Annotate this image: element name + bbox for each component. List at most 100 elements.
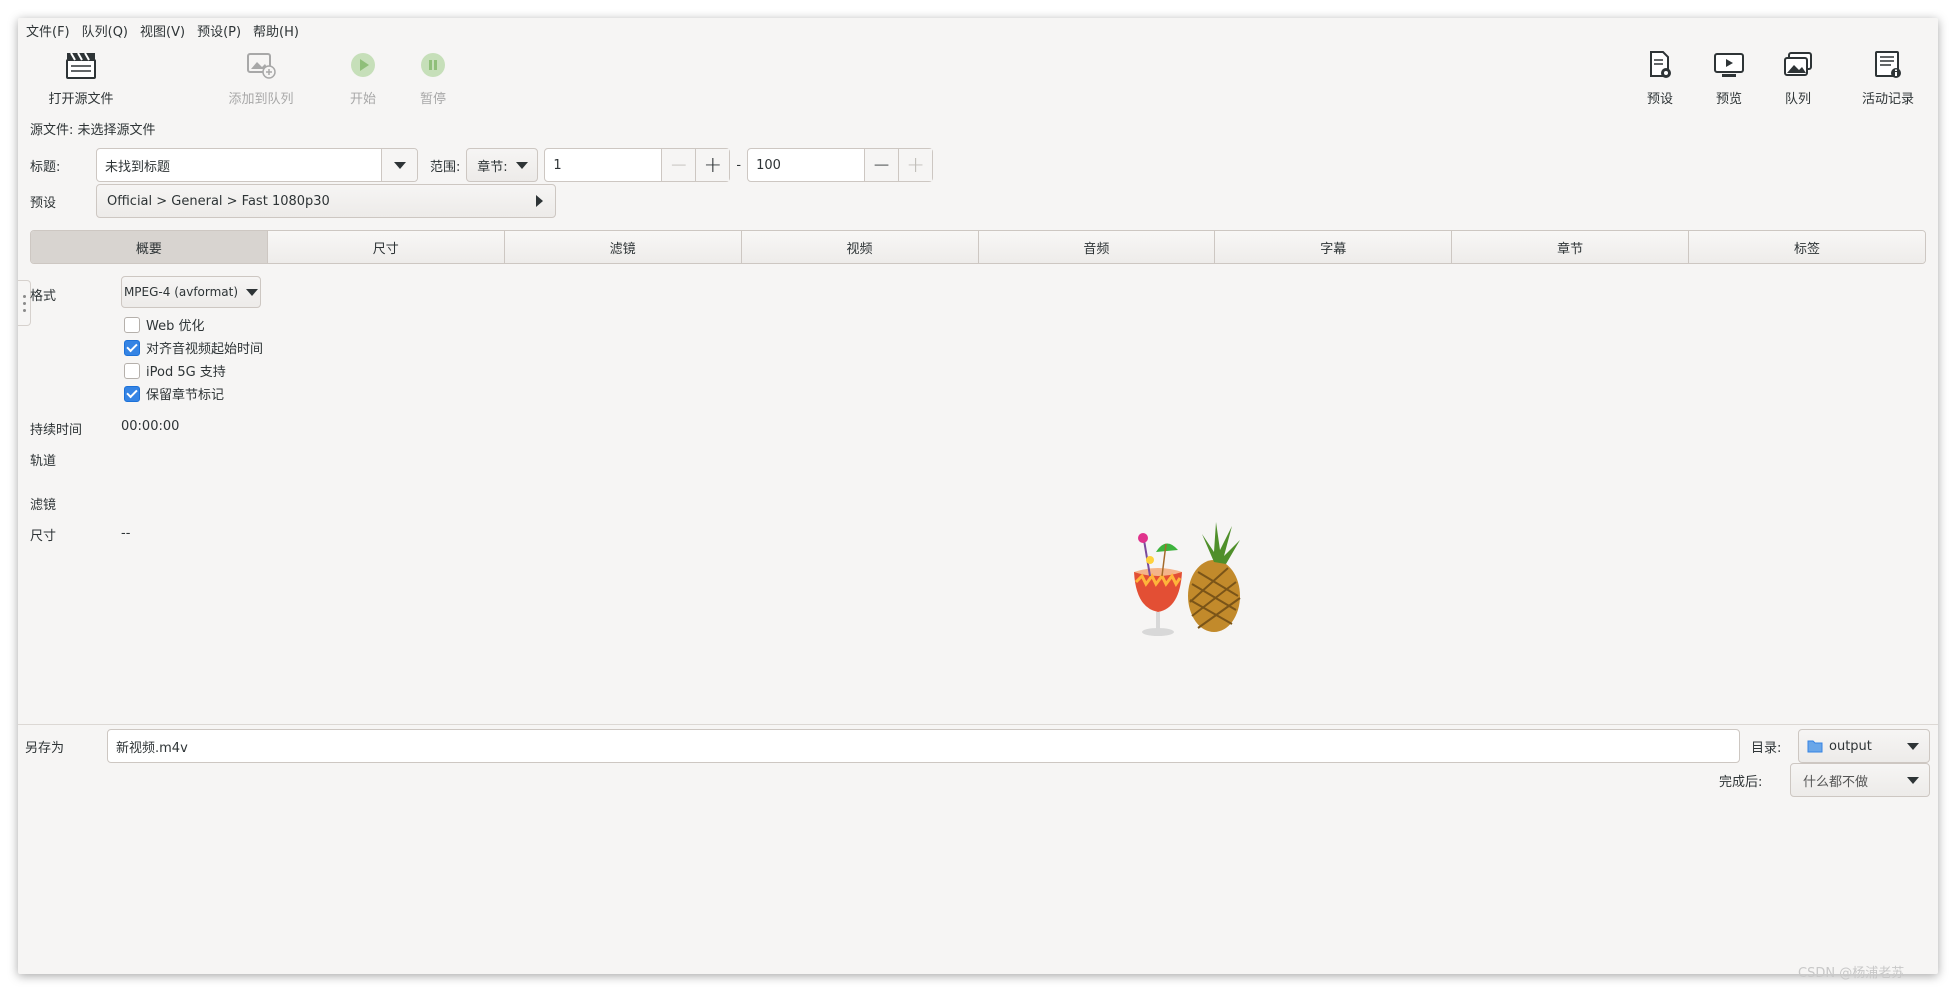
chevron-down-icon [1907,742,1919,750]
range-end-value[interactable]: 100 [748,158,864,173]
presets-label: 预设 [1646,92,1673,107]
tab-subtitles[interactable]: 字幕 [1215,231,1453,263]
play-icon [346,48,380,82]
option-label: 保留章节标记 [146,388,225,403]
activity-log-icon [1871,48,1905,82]
when-done-label: 完成后: [1719,775,1763,790]
increment-icon[interactable]: + [898,149,933,181]
title-combo[interactable]: 未找到标题 [96,148,418,182]
format-label: 格式 [30,289,57,304]
web-optimized-option[interactable]: Web 优化 [124,315,204,334]
source-value: 未选择源文件 [77,123,156,138]
duration-label: 持续时间 [30,423,83,438]
source-label: 源文件: [30,123,74,138]
increment-icon[interactable]: + [695,149,730,181]
tab-video[interactable]: 视频 [741,231,979,263]
tab-filters[interactable]: 滤镜 [504,231,742,263]
title-value: 未找到标题 [105,159,171,175]
menu-queue[interactable]: 队列(Q) [80,21,138,40]
tab-summary[interactable]: 概要 [31,231,268,263]
image-stack-icon [1781,48,1815,82]
option-label: Web 优化 [146,319,205,334]
option-label: 对齐音视频起始时间 [146,342,264,357]
app-window: 文件(F) 队列(Q) 视图(V) 预设(P) 帮助(H) 打开源文件 添加到队… [18,18,1938,974]
size-label: 尺寸 [30,529,57,544]
folder-label: 目录: [1751,741,1782,756]
folder-chooser[interactable]: output [1798,729,1930,763]
preset-value: Official > General > Fast 1080p30 [107,193,330,209]
menu-file[interactable]: 文件(F) [24,21,80,40]
divider [18,724,1938,725]
format-value: MPEG-4 (avformat) [123,285,239,299]
checkbox[interactable] [124,362,140,379]
clapperboard-icon [64,48,98,82]
save-as-input[interactable]: 新视频.m4v [107,729,1740,763]
preset-selector[interactable]: Official > General > Fast 1080p30 [96,184,556,218]
range-separator: - [736,157,742,173]
preset-label: 预设 [30,195,57,211]
tab-audio[interactable]: 音频 [978,231,1216,263]
add-to-queue-label: 添加到队列 [228,92,294,107]
open-source-label: 打开源文件 [48,92,114,107]
when-done-value: 什么都不做 [1803,774,1869,790]
source-info: 源文件: 未选择源文件 [30,119,156,138]
tracks-label: 轨道 [30,454,57,469]
checkbox[interactable] [124,385,140,402]
title-row: 标题: 未找到标题 范围: 章节: 1 − + - 100 − + [30,148,934,182]
pause-label: 暂停 [419,92,446,107]
range-start-value[interactable]: 1 [545,158,661,173]
range-label: 范围: [430,159,461,175]
monitor-play-icon [1712,48,1746,82]
preset-row: 预设 Official > General > Fast 1080p30 [30,184,556,218]
align-av-option[interactable]: 对齐音视频起始时间 [124,338,263,357]
toolbar: 打开源文件 添加到队列 开始 暂停 预设 预览 队列 活动记录 [18,44,1938,110]
save-as-label: 另存为 [25,741,65,756]
range-mode-value: 章节: [477,159,508,175]
chapter-markers-option[interactable]: 保留章节标记 [124,384,224,403]
preview-button[interactable]: 预览 [1704,44,1754,110]
chevron-down-icon [246,288,259,296]
checkbox[interactable] [124,339,140,356]
queue-button[interactable]: 队列 [1773,44,1823,110]
save-as-value[interactable]: 新视频.m4v [116,737,188,756]
when-done-dropdown[interactable]: 什么都不做 [1790,763,1930,797]
size-value: -- [121,526,131,541]
chevron-down-icon [515,161,528,169]
open-source-button[interactable]: 打开源文件 [36,44,126,110]
menu-help[interactable]: 帮助(H) [251,21,309,40]
tab-tags[interactable]: 标签 [1689,231,1925,263]
tab-chapters[interactable]: 章节 [1452,231,1690,263]
pause-button[interactable]: 暂停 [408,44,458,110]
handbrake-logo [1106,512,1246,642]
range-mode-dropdown[interactable]: 章节: [466,148,539,182]
tab-bar: 概要 尺寸 滤镜 视频 音频 字幕 章节 标签 [30,230,1926,264]
title-label: 标题: [30,159,61,175]
folder-icon [1807,740,1823,753]
add-to-queue-button[interactable]: 添加到队列 [216,44,306,110]
queue-label: 队列 [1784,92,1811,107]
preview-label: 预览 [1715,92,1742,107]
range-end-spinner[interactable]: 100 − + [747,148,934,182]
tab-dimensions[interactable]: 尺寸 [267,231,505,263]
menu-view[interactable]: 视图(V) [138,21,195,40]
checkbox[interactable] [124,316,140,333]
format-dropdown[interactable]: MPEG-4 (avformat) [121,276,261,308]
chevron-right-icon [536,195,543,207]
option-label: iPod 5G 支持 [146,365,226,380]
filters-label: 滤镜 [30,498,57,513]
menubar: 文件(F) 队列(Q) 视图(V) 预设(P) 帮助(H) [18,18,1938,42]
duration-value: 00:00:00 [121,419,180,434]
chevron-down-icon [1907,776,1919,784]
add-image-icon [244,48,278,82]
start-button[interactable]: 开始 [338,44,388,110]
menu-presets[interactable]: 预设(P) [195,21,251,40]
preset-settings-icon [1643,48,1677,82]
range-start-spinner[interactable]: 1 − + [544,148,731,182]
chevron-down-icon[interactable] [381,149,417,181]
activity-log-button[interactable]: 活动记录 [1848,44,1928,110]
presets-button[interactable]: 预设 [1635,44,1685,110]
decrement-icon[interactable]: − [864,149,899,181]
folder-value: output [1829,738,1872,754]
ipod-5g-option[interactable]: iPod 5G 支持 [124,361,226,380]
decrement-icon[interactable]: − [661,149,696,181]
